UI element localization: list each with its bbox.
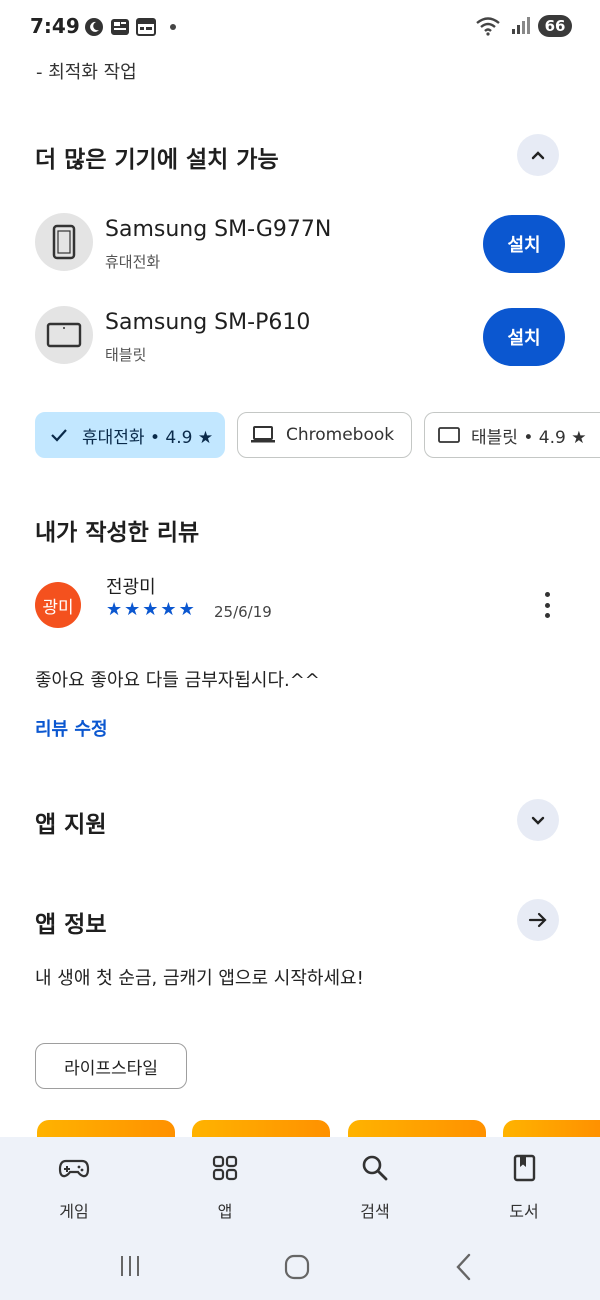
expand-app-support-button[interactable] xyxy=(517,799,559,841)
recent-apps-icon[interactable] xyxy=(118,1254,142,1278)
install-tablet-button[interactable]: 설치 xyxy=(483,308,565,366)
star-rating: ★ ★ ★ ★ ★ xyxy=(106,601,195,619)
app-support-title: 앱 지원 xyxy=(35,812,107,838)
calendar-app-icon xyxy=(136,18,156,36)
chip-chromebook[interactable]: Chromebook xyxy=(237,412,412,458)
device-avatar xyxy=(35,306,93,364)
more-notifications-dot xyxy=(170,24,176,30)
nav-apps[interactable]: 앱 xyxy=(175,1152,275,1222)
back-icon[interactable] xyxy=(454,1253,474,1281)
home-icon[interactable] xyxy=(284,1254,310,1280)
tablet-icon xyxy=(46,322,82,348)
edit-review-link[interactable]: 리뷰 수정 xyxy=(35,715,108,741)
my-review-title: 내가 작성한 리뷰 xyxy=(35,520,200,546)
nav-label: 게임 xyxy=(59,1202,89,1221)
nav-label: 도서 xyxy=(509,1202,539,1221)
star-icon: ★ xyxy=(106,599,123,620)
devices-section-title: 더 많은 기기에 설치 가능 xyxy=(35,147,279,173)
nav-search[interactable]: 검색 xyxy=(325,1152,425,1222)
gamepad-icon xyxy=(58,1159,90,1178)
device-name: Samsung SM-P610 xyxy=(105,310,311,335)
device-type: 휴대전화 xyxy=(105,253,161,271)
apps-grid-icon xyxy=(212,1155,238,1181)
do-not-disturb-icon xyxy=(85,18,103,36)
laptop-icon xyxy=(251,426,275,443)
install-phone-button[interactable]: 설치 xyxy=(483,215,565,273)
app-info-title: 앱 정보 xyxy=(35,912,107,938)
status-time: 7:49 xyxy=(30,14,80,38)
chevron-up-icon xyxy=(531,151,545,160)
book-icon xyxy=(513,1154,536,1182)
open-app-info-button[interactable] xyxy=(517,899,559,941)
phone-icon xyxy=(52,224,76,260)
collapse-devices-button[interactable] xyxy=(517,134,559,176)
chevron-down-icon xyxy=(531,816,545,825)
star-icon: ★ xyxy=(178,599,195,620)
star-icon: ★ xyxy=(160,599,177,620)
star-icon: ★ xyxy=(142,599,159,620)
chip-label: 휴대전화 • 4.9 ★ xyxy=(82,427,214,448)
review-more-options-icon[interactable] xyxy=(536,590,558,620)
whats-new-item: - 최적화 작업 xyxy=(36,62,137,83)
chip-label: Chromebook xyxy=(286,425,395,445)
nav-games[interactable]: 게임 xyxy=(24,1152,124,1222)
search-icon xyxy=(362,1155,388,1181)
reviewer-name: 전광미 xyxy=(106,577,156,598)
app-description: 내 생애 첫 순금, 금캐기 앱으로 시작하세요! xyxy=(35,968,364,989)
checkmark-icon xyxy=(51,429,67,442)
review-date: 25/6/19 xyxy=(214,603,272,621)
nav-label: 검색 xyxy=(360,1202,390,1221)
device-type: 태블릿 xyxy=(105,346,147,364)
nav-books[interactable]: 도서 xyxy=(474,1152,574,1222)
review-text: 좋아요 좋아요 다들 금부자됩시다.^^ xyxy=(35,670,320,691)
arrow-right-icon xyxy=(528,912,547,928)
status-notification-icons xyxy=(84,17,176,37)
avatar: 광미 xyxy=(35,582,81,628)
device-row-phone: Samsung SM-G977N 휴대전화 설치 xyxy=(35,213,565,273)
device-name: Samsung SM-G977N xyxy=(105,217,332,242)
news-app-icon xyxy=(111,19,129,35)
chip-tablet-rating[interactable]: 태블릿 • 4.9 ★ xyxy=(424,412,600,458)
system-navigation-bar xyxy=(0,1240,600,1300)
device-row-tablet: Samsung SM-P610 태블릿 설치 xyxy=(35,306,565,366)
chip-phone-rating[interactable]: 휴대전화 • 4.9 ★ xyxy=(35,412,225,458)
battery-indicator: 66 xyxy=(538,15,572,37)
status-bar: 7:49 66 xyxy=(0,0,600,56)
chip-label: 태블릿 • 4.9 ★ xyxy=(471,427,587,448)
star-icon: ★ xyxy=(124,599,141,620)
nav-label: 앱 xyxy=(217,1202,233,1221)
wifi-icon xyxy=(476,17,500,36)
status-system-icons: 66 xyxy=(476,15,572,37)
device-avatar xyxy=(35,213,93,271)
tablet-icon xyxy=(438,427,460,443)
signal-icon xyxy=(512,17,530,34)
category-chip[interactable]: 라이프스타일 xyxy=(35,1043,187,1089)
